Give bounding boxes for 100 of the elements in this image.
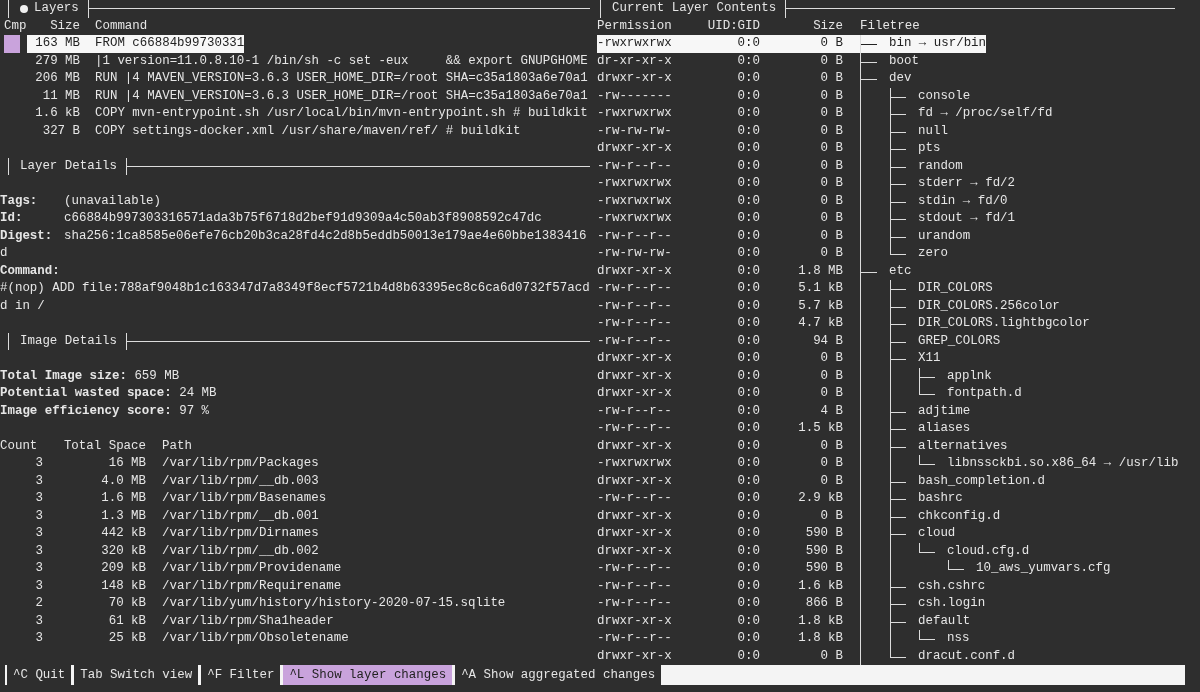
file-name[interactable]: random xyxy=(918,157,963,175)
size-cell-text: 0 B xyxy=(819,175,844,192)
size-cell-text: 1.5 kB xyxy=(797,420,844,437)
file-name[interactable]: bin → usr/bin xyxy=(889,35,987,53)
tree-connector xyxy=(890,140,906,158)
size-cell-text: 0 B xyxy=(819,350,844,367)
layer-size[interactable]: 206 MB xyxy=(27,70,95,88)
size-cell-text: 0 B xyxy=(819,227,844,245)
shortcut-key[interactable]: ^C Quit xyxy=(7,665,72,685)
file-name[interactable]: chkconfig.d xyxy=(918,507,1001,525)
stat-value: 24 MB xyxy=(179,386,217,400)
file-name[interactable]: pts xyxy=(918,140,941,158)
layer-size[interactable]: 279 MB xyxy=(27,52,95,70)
file-name[interactable]: stdout → fd/1 xyxy=(918,210,1016,228)
table-cell-text: 3 xyxy=(34,472,43,490)
layer-size[interactable]: 327 B xyxy=(27,122,95,140)
pane-title[interactable]: Image Details xyxy=(8,332,128,350)
permission-cell-text: -rw-r--r-- xyxy=(597,420,673,437)
file-name[interactable]: csh.cshrc xyxy=(918,577,986,595)
size-cell-text: 0 B xyxy=(819,70,844,87)
owner-cell-text: 0:0 xyxy=(736,402,760,420)
file-name[interactable]: default xyxy=(918,612,971,630)
shortcut-key[interactable]: Tab Switch view xyxy=(74,665,199,685)
file-name[interactable]: dev xyxy=(889,70,912,88)
table-cell-text: /var/lib/rpm/Providename xyxy=(162,560,342,577)
shortcut-key[interactable]: ^L Show layer changes xyxy=(283,665,453,685)
file-name[interactable]: stderr → fd/2 xyxy=(918,175,1016,193)
file-name[interactable]: stdin → fd/0 xyxy=(918,192,1008,210)
file-name[interactable]: dracut.conf.d xyxy=(918,647,1016,665)
size-cell-text: 5.7 kB xyxy=(797,297,844,315)
column-header: Count xyxy=(0,437,39,455)
tree-connector xyxy=(890,350,906,368)
owner-cell-text: 0:0 xyxy=(736,577,760,595)
permission-cell-text: -rw-r--r-- xyxy=(597,577,673,595)
file-name[interactable]: DIR_COLORS.256color xyxy=(918,297,1060,315)
layer-size[interactable]: 11 MB xyxy=(27,87,95,105)
pane-title[interactable]: Layers xyxy=(8,0,89,18)
layer-size[interactable]: 163 MB xyxy=(27,35,95,53)
table-cell: /var/lib/rpm/Requirename xyxy=(162,577,342,595)
permission-cell-text: -rw-r--r-- xyxy=(597,595,673,612)
file-name[interactable]: urandom xyxy=(918,227,971,245)
layer-command[interactable]: FROM c66884b99730331 xyxy=(95,35,245,53)
permission-cell-text: -rw-r--r-- xyxy=(597,315,673,332)
file-name[interactable]: fontpath.d xyxy=(947,385,1022,403)
file-name[interactable]: csh.login xyxy=(918,595,986,613)
file-name[interactable]: bash_completion.d xyxy=(918,472,1045,490)
owner-cell-text: 0:0 xyxy=(736,280,760,297)
layer-size[interactable]: 1.6 kB xyxy=(27,105,95,123)
size-cell-text: 0 B xyxy=(819,192,844,210)
tree-connector xyxy=(890,210,906,228)
layer-command[interactable]: RUN |4 MAVEN_VERSION=3.6.3 USER_HOME_DIR=/root SHA=c35a1803a6e70a1 xyxy=(95,70,588,88)
file-name[interactable]: alternatives xyxy=(918,437,1008,455)
file-name[interactable]: null xyxy=(918,122,948,140)
file-name[interactable]: console xyxy=(918,87,971,105)
owner-cell-text: 0:0 xyxy=(736,332,760,350)
stat-label: Total Image size: xyxy=(0,367,127,385)
permission-cell-text: drwxr-xr-x xyxy=(597,350,673,367)
permission-cell-text: -rw-r--r-- xyxy=(597,280,673,297)
shortcut-key[interactable]: ^A Show aggregated changes xyxy=(455,665,662,685)
file-name[interactable]: adjtime xyxy=(918,402,971,420)
file-name[interactable]: DIR_COLORS.lightbgcolor xyxy=(918,315,1090,333)
file-name[interactable]: fd → /proc/self/fd xyxy=(918,105,1053,123)
owner-cell-text: 0:0 xyxy=(736,350,760,367)
pane-title[interactable]: Current Layer Contents xyxy=(600,0,787,18)
file-name[interactable]: aliases xyxy=(918,420,971,438)
tree-connector xyxy=(919,455,935,465)
file-name[interactable]: etc xyxy=(889,262,912,280)
detail-line: Tags: (unavailable) xyxy=(0,192,163,210)
file-name[interactable]: nss xyxy=(947,630,970,648)
layer-command[interactable]: COPY mvn-entrypoint.sh /usr/local/bin/mvn-entrypoint.sh # buildkit xyxy=(95,105,588,123)
file-name[interactable]: GREP_COLORS xyxy=(918,332,1001,350)
file-name[interactable]: 10_aws_yumvars.cfg xyxy=(976,560,1111,578)
size-cell-text: 0 B xyxy=(819,245,844,262)
permission-cell-text: -rw-r--r-- xyxy=(597,227,673,245)
file-name[interactable]: zero xyxy=(918,245,948,263)
file-name[interactable]: libnssckbi.so.x86_64 → /usr/lib xyxy=(947,455,1179,473)
shortcut-key[interactable]: ^F Filter xyxy=(201,665,281,685)
file-name[interactable]: DIR_COLORS xyxy=(918,280,993,298)
file-name[interactable]: cloud.cfg.d xyxy=(947,542,1030,560)
pane-title[interactable]: Layer Details xyxy=(8,157,128,175)
layer-command[interactable]: |1 version=11.0.8.10-1 /bin/sh -c set -eux && export GNUPGHOME xyxy=(95,52,588,70)
table-cell-text: /var/lib/yum/history/history-2020-07-15.sqlite xyxy=(162,595,506,612)
tree-connector xyxy=(890,157,906,175)
size-cell-text: 1.8 kB xyxy=(797,630,844,647)
column-header: Total Space xyxy=(62,437,146,455)
permission-cell-text: drwxr-xr-x xyxy=(597,70,673,87)
permission-cell-text: drwxr-xr-x xyxy=(597,437,673,455)
file-name[interactable]: applnk xyxy=(947,367,992,385)
tree-connector xyxy=(890,507,906,525)
owner-cell-text: 0:0 xyxy=(736,455,760,472)
file-name[interactable]: cloud xyxy=(918,525,956,543)
owner-cell-text: 0:0 xyxy=(736,70,760,87)
file-name[interactable]: bashrc xyxy=(918,490,963,508)
owner-cell-text: 0:0 xyxy=(736,472,760,490)
file-name[interactable]: boot xyxy=(889,52,919,70)
table-cell-text: 3 xyxy=(34,577,43,595)
file-name[interactable]: X11 xyxy=(918,350,941,368)
layer-command[interactable]: RUN |4 MAVEN_VERSION=3.6.3 USER_HOME_DIR=/root SHA=c35a1803a6e70a1 xyxy=(95,87,588,105)
table-cell: /var/lib/rpm/Sha1header xyxy=(162,612,334,630)
layer-command[interactable]: COPY settings-docker.xml /usr/share/maven/ref/ # buildkit xyxy=(95,122,521,140)
